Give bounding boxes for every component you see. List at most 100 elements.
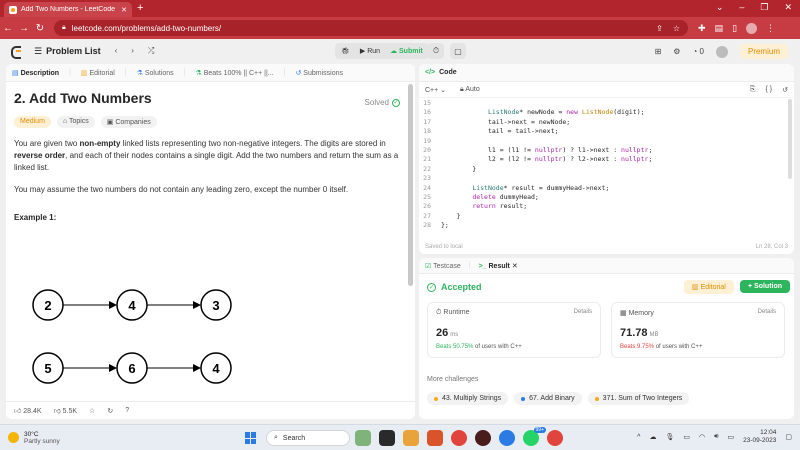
language-select[interactable]: C++ ⌄ (425, 86, 446, 94)
extensions-icon[interactable]: ✚ (698, 23, 706, 34)
challenge-chip[interactable]: 371. Sum of Two Integers (587, 392, 690, 405)
profile-chrome-icon[interactable] (475, 430, 491, 446)
leetcode-logo-icon[interactable] (10, 45, 22, 59)
description-scrollbar[interactable] (408, 84, 413, 286)
sidepanel-icon[interactable]: ▯ (732, 23, 737, 34)
run-button[interactable]: ▶ Run (360, 47, 380, 55)
difficulty-badge[interactable]: Medium (14, 116, 51, 128)
premium-button[interactable]: Premium (739, 44, 788, 59)
back-icon[interactable]: ← (0, 23, 16, 34)
code-line[interactable]: 25 delete dummyHead; (419, 193, 794, 202)
challenge-chip[interactable]: 67. Add Binary (514, 392, 582, 405)
whatsapp-icon[interactable]: 99+ (523, 427, 546, 446)
code-line[interactable]: 26 return result; (419, 202, 794, 211)
new-tab-button[interactable]: + (137, 2, 143, 14)
edge-icon[interactable] (499, 430, 515, 446)
code-line[interactable]: 24 ListNode* result = dummyHead->next; (419, 184, 794, 193)
code-tab-label[interactable]: Code (439, 69, 457, 76)
forward-icon[interactable]: → (16, 23, 32, 34)
microphone-icon[interactable]: 🎙︎ (665, 433, 674, 441)
code-line[interactable]: 16 ListNode* newNode = new ListNode(digi… (419, 108, 794, 117)
language-icon[interactable]: ▭ (683, 433, 690, 441)
minimize-icon[interactable]: – (739, 2, 744, 13)
auto-mode-toggle[interactable]: 🔒︎ Auto (460, 86, 480, 94)
runtime-card[interactable]: ⏱ Runtime Details 26 ms Beats 50.75% of u… (427, 302, 601, 358)
taskbar-search[interactable]: ⌕ Search (266, 430, 350, 446)
user-avatar[interactable] (715, 45, 728, 58)
timer-icon[interactable]: ⏱ (428, 43, 444, 59)
reload-icon[interactable]: ↻ (32, 23, 48, 34)
notes-icon[interactable]: ▢ (450, 43, 466, 59)
editorial-button[interactable]: ▥ Editorial (684, 280, 734, 294)
close-result-icon[interactable]: ✕ (512, 263, 518, 270)
tab-testcase[interactable]: ☑ Testcase (425, 262, 461, 270)
code-line[interactable]: 22 } (419, 165, 794, 174)
next-problem-icon[interactable]: › (131, 46, 134, 56)
clock[interactable]: 12:04 23-09-2023 (743, 429, 776, 445)
memory-details-link[interactable]: Details (758, 309, 776, 315)
widgets-app-icon[interactable] (355, 430, 371, 446)
settings-gear-icon[interactable]: ⚙ (673, 47, 680, 56)
favorite-star-icon[interactable]: ☆ (89, 407, 95, 415)
profile-avatar[interactable] (746, 22, 758, 34)
prev-problem-icon[interactable]: ‹ (115, 46, 118, 56)
topics-chip[interactable]: ⌂ Topics (56, 116, 95, 128)
layout-icon[interactable]: ⊞ (655, 47, 662, 56)
chrome-icon[interactable] (451, 430, 467, 446)
share-icon[interactable]: ↻ (107, 407, 113, 415)
weather-widget[interactable]: 30°C Partly sunny (8, 431, 60, 445)
code-line[interactable]: 17 tail->next = newNode; (419, 118, 794, 127)
bookmark-icon[interactable]: ⎘ (750, 86, 756, 94)
challenge-chip[interactable]: 43. Multiply Strings (427, 392, 509, 405)
format-braces-icon[interactable]: { } (766, 86, 773, 94)
address-bar[interactable]: 🔒︎ leetcode.com/problems/add-two-numbers… (54, 20, 688, 36)
solution-button[interactable]: + Solution (740, 280, 791, 293)
windows-start-icon[interactable] (245, 432, 257, 444)
submit-button[interactable]: ☁ Submit (390, 47, 423, 55)
chevron-down-icon[interactable]: ⌄ (716, 2, 724, 13)
code-line[interactable]: 27 } (419, 212, 794, 221)
companies-chip[interactable]: ▣ Companies (100, 116, 157, 128)
menu-kebab-icon[interactable]: ⋮ (766, 23, 775, 34)
code-line[interactable]: 21 l2 = (l2 != nullptr) ? l2->next : nul… (419, 155, 794, 164)
close-window-icon[interactable]: ✕ (784, 2, 792, 13)
task-view-icon[interactable] (379, 430, 395, 446)
code-line[interactable]: 23 (419, 174, 794, 183)
bookmark-star-icon[interactable]: ☆ (673, 24, 680, 33)
tab-result[interactable]: >_ Result ✕ (479, 262, 518, 270)
chevron-up-icon[interactable]: ^ (637, 434, 640, 441)
restore-icon[interactable]: ❐ (760, 2, 768, 13)
code-line[interactable]: 28}; (419, 221, 794, 230)
shuffle-icon[interactable]: ⤮ (148, 46, 154, 56)
browser-tab[interactable]: Add Two Numbers - LeetCode ✕ (4, 2, 132, 17)
like-button[interactable]: 👍︎ 28.4K (14, 406, 42, 415)
reset-icon[interactable]: ↺ (782, 86, 788, 94)
tab-submissions[interactable]: ↺ Submissions (295, 69, 343, 77)
close-tab-icon[interactable]: ✕ (121, 6, 127, 14)
streak-counter[interactable]: ◔ 0 (692, 47, 704, 56)
code-line[interactable]: 19 (419, 137, 794, 146)
tab-description[interactable]: ▤ Description (12, 69, 59, 77)
file-explorer-icon[interactable] (403, 430, 419, 446)
share-icon[interactable]: ⇪ (656, 24, 663, 33)
memory-card[interactable]: ▦ Memory Details 71.78 MB Beats 9.75% of … (611, 302, 785, 358)
wifi-icon[interactable]: ◠ (699, 433, 705, 441)
tab-solutions[interactable]: ⚗ Solutions (137, 69, 174, 77)
volume-icon[interactable]: 🔊︎ (714, 433, 718, 441)
code-line[interactable]: 18 tail = tail->next; (419, 127, 794, 136)
debug-icon[interactable]: 🐞︎ (341, 47, 350, 55)
onedrive-icon[interactable]: ☁ (649, 433, 656, 441)
code-editor[interactable]: 15 16 ListNode* newNode = new ListNode(di… (419, 99, 794, 230)
runtime-details-link[interactable]: Details (574, 309, 592, 315)
notifications-icon[interactable]: ▢ (785, 433, 792, 441)
dislike-button[interactable]: 👎︎ 5.5K (54, 406, 77, 415)
code-line[interactable]: 15 (419, 99, 794, 108)
battery-icon[interactable]: ▭ (728, 433, 735, 441)
chrome-active-icon[interactable] (547, 430, 563, 446)
reading-list-icon[interactable]: ▤ (715, 23, 724, 34)
code-line[interactable]: 20 l1 = (l1 != nullptr) ? l1->next : nul… (419, 146, 794, 155)
tab-solution-post[interactable]: ⚗ Beats 100% || C++ ||... (195, 69, 273, 77)
editor-scrollbar[interactable] (788, 99, 792, 179)
problem-list-button[interactable]: ☰ Problem List (34, 46, 101, 57)
help-icon[interactable]: ? (125, 407, 129, 414)
